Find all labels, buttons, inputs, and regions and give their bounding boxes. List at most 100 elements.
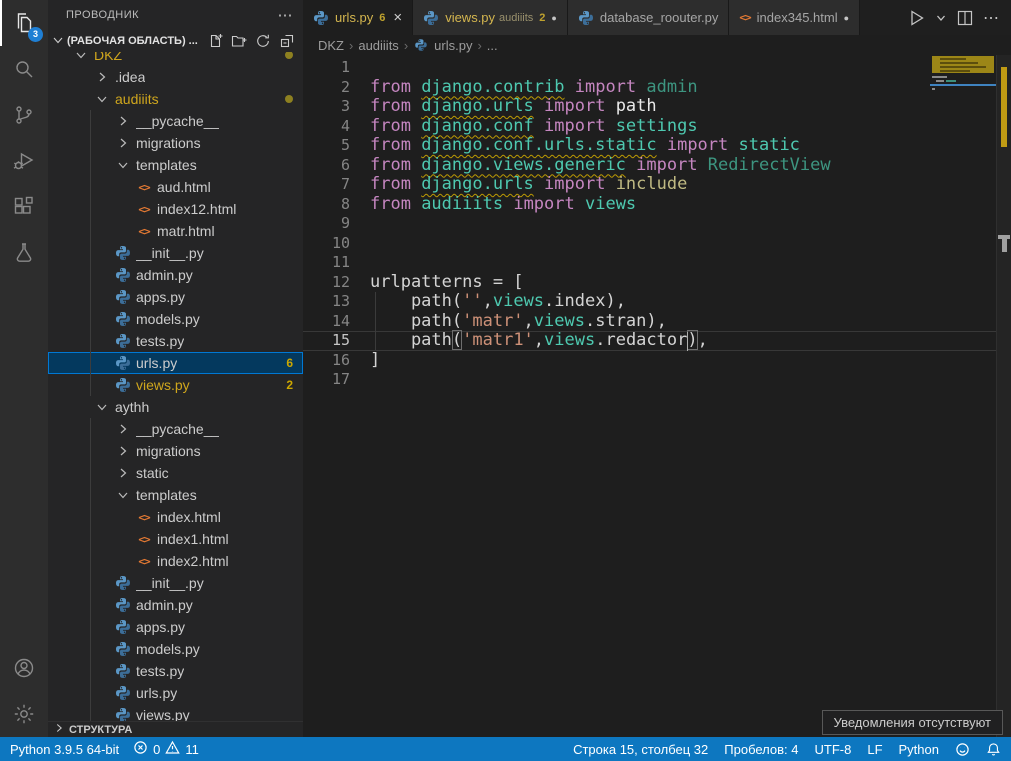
code-line[interactable]: 3from django.urls import path <box>303 97 1011 117</box>
tab-database_roouter.py[interactable]: database_roouter.py <box>568 0 730 35</box>
python-file-icon <box>114 619 132 635</box>
tree-row[interactable]: <>aud.html <box>48 176 303 198</box>
python-version[interactable]: Python 3.9.5 64-bit <box>10 742 119 757</box>
tree-row[interactable]: templates <box>48 154 303 176</box>
sidebar-title: ПРОВОДНИК <box>66 9 139 21</box>
tree-row[interactable]: views.py2 <box>48 374 303 396</box>
code-line[interactable]: 6from django.views.generic import Redire… <box>303 156 1011 176</box>
tree-row[interactable]: DKZ <box>48 52 303 66</box>
tree-row[interactable]: <>matr.html <box>48 220 303 242</box>
notifications-bell-icon[interactable] <box>986 742 1001 757</box>
split-editor-button[interactable] <box>956 9 974 27</box>
sidebar-more-actions-icon[interactable]: ⋯ <box>278 6 294 24</box>
problems-indicator[interactable]: 0 11 <box>133 740 199 758</box>
cursor-position[interactable]: Строка 15, столбец 32 <box>573 742 708 757</box>
code-line[interactable]: 9 <box>303 214 1011 234</box>
minimap[interactable] <box>930 55 996 415</box>
tree-row[interactable]: __init__.py <box>48 242 303 264</box>
run-dropdown-chevron-icon[interactable] <box>935 12 947 24</box>
tree-row[interactable]: migrations <box>48 440 303 462</box>
tree-row[interactable]: audiiits <box>48 88 303 110</box>
tree-row[interactable]: admin.py <box>48 264 303 286</box>
notification-toast: Уведомления отсутствуют <box>822 710 1003 735</box>
code-line[interactable]: 15 path('matr1',views.redactor), <box>303 331 1011 351</box>
testing-icon[interactable] <box>0 230 48 276</box>
new-folder-icon[interactable] <box>231 33 247 49</box>
code-line[interactable]: 10 <box>303 234 1011 254</box>
indentation[interactable]: Пробелов: 4 <box>724 742 798 757</box>
tab-urls.py[interactable]: urls.py6× <box>303 0 413 35</box>
tree-row[interactable]: __pycache__ <box>48 110 303 132</box>
breadcrumb-item[interactable]: DKZ <box>318 38 344 53</box>
tree-item-label: aythh <box>115 399 149 415</box>
extensions-icon[interactable] <box>0 184 48 230</box>
python-file-icon <box>114 575 132 591</box>
run-python-file-button[interactable] <box>906 8 926 28</box>
tree-row[interactable]: migrations <box>48 132 303 154</box>
code-token: from <box>370 135 421 155</box>
workspace-section-header[interactable]: (РАБОЧАЯ ОБЛАСТЬ) ... <box>48 30 303 52</box>
outline-section-header[interactable]: СТРУКТУРА <box>48 721 303 737</box>
new-file-icon[interactable] <box>207 33 223 49</box>
code-line[interactable]: 1 <box>303 58 1011 78</box>
code-line[interactable]: 16] <box>303 351 1011 371</box>
tree-row[interactable]: templates <box>48 484 303 506</box>
close-icon[interactable]: × <box>393 10 402 25</box>
tree-row[interactable]: apps.py <box>48 616 303 638</box>
tree-row[interactable]: tests.py <box>48 330 303 352</box>
code-line[interactable]: 4from django.conf import settings <box>303 117 1011 137</box>
scrollbar[interactable] <box>996 55 1011 737</box>
settings-gear-icon[interactable] <box>0 691 48 737</box>
source-control-icon[interactable] <box>0 92 48 138</box>
tree-row[interactable]: <>index.html <box>48 506 303 528</box>
tree-row[interactable]: <>index12.html <box>48 198 303 220</box>
tree-row[interactable]: <>index2.html <box>48 550 303 572</box>
code-line[interactable]: 11 <box>303 253 1011 273</box>
breadcrumb-item[interactable]: ... <box>487 38 498 53</box>
tree-row[interactable]: .idea <box>48 66 303 88</box>
tree-row[interactable]: urls.py <box>48 682 303 704</box>
editor-actions: ⋯ <box>906 0 1011 35</box>
code-token: views <box>534 311 585 331</box>
tree-row[interactable]: views.py <box>48 704 303 721</box>
tree-row[interactable]: __pycache__ <box>48 418 303 440</box>
tab-problems-badge: 6 <box>379 12 385 24</box>
tree-row[interactable]: static <box>48 462 303 484</box>
explorer-icon[interactable]: 3 <box>0 0 48 46</box>
code-line[interactable]: 5from django.conf.urls.static import sta… <box>303 136 1011 156</box>
tab-index345.html[interactable]: <>index345.html● <box>729 0 860 35</box>
account-icon[interactable] <box>0 645 48 691</box>
tree-row[interactable]: tests.py <box>48 660 303 682</box>
tree-row[interactable]: admin.py <box>48 594 303 616</box>
code-line[interactable]: 12urlpatterns = [ <box>303 273 1011 293</box>
code-line[interactable]: 7from django.urls import include <box>303 175 1011 195</box>
code-line[interactable]: 8from audiiits import views <box>303 195 1011 215</box>
collapse-all-icon[interactable] <box>279 33 295 49</box>
tree-row[interactable]: aythh <box>48 396 303 418</box>
tree-row[interactable]: <>index1.html <box>48 528 303 550</box>
tree-row[interactable]: __init__.py <box>48 572 303 594</box>
eol-label: LF <box>867 742 882 757</box>
tree-row[interactable]: models.py <box>48 638 303 660</box>
code-token: path( <box>370 311 462 331</box>
tree-row[interactable]: urls.py6 <box>48 352 303 374</box>
code-line[interactable]: 13 path('',views.index), <box>303 292 1011 312</box>
tree-row[interactable]: models.py <box>48 308 303 330</box>
feedback-icon[interactable] <box>955 742 970 757</box>
language-mode[interactable]: Python <box>899 742 939 757</box>
refresh-icon[interactable] <box>255 33 271 49</box>
tree-indent-guide <box>90 110 91 396</box>
code-line[interactable]: 17 <box>303 370 1011 390</box>
code-line[interactable]: 2from django.contrib import admin <box>303 78 1011 98</box>
run-debug-icon[interactable] <box>0 138 48 184</box>
tab-views.py[interactable]: views.pyaudiiits2● <box>413 0 568 35</box>
eol-sequence[interactable]: LF <box>867 742 882 757</box>
code-line[interactable]: 14 path('matr',views.stran), <box>303 312 1011 332</box>
breadcrumb-item[interactable]: audiiits <box>358 38 398 53</box>
editor-more-actions-icon[interactable]: ⋯ <box>983 8 999 28</box>
code-editor[interactable]: 12from django.contrib import admin3from … <box>303 55 1011 737</box>
search-icon[interactable] <box>0 46 48 92</box>
tree-row[interactable]: apps.py <box>48 286 303 308</box>
encoding[interactable]: UTF-8 <box>815 742 852 757</box>
breadcrumb-item[interactable]: urls.py <box>434 38 472 53</box>
